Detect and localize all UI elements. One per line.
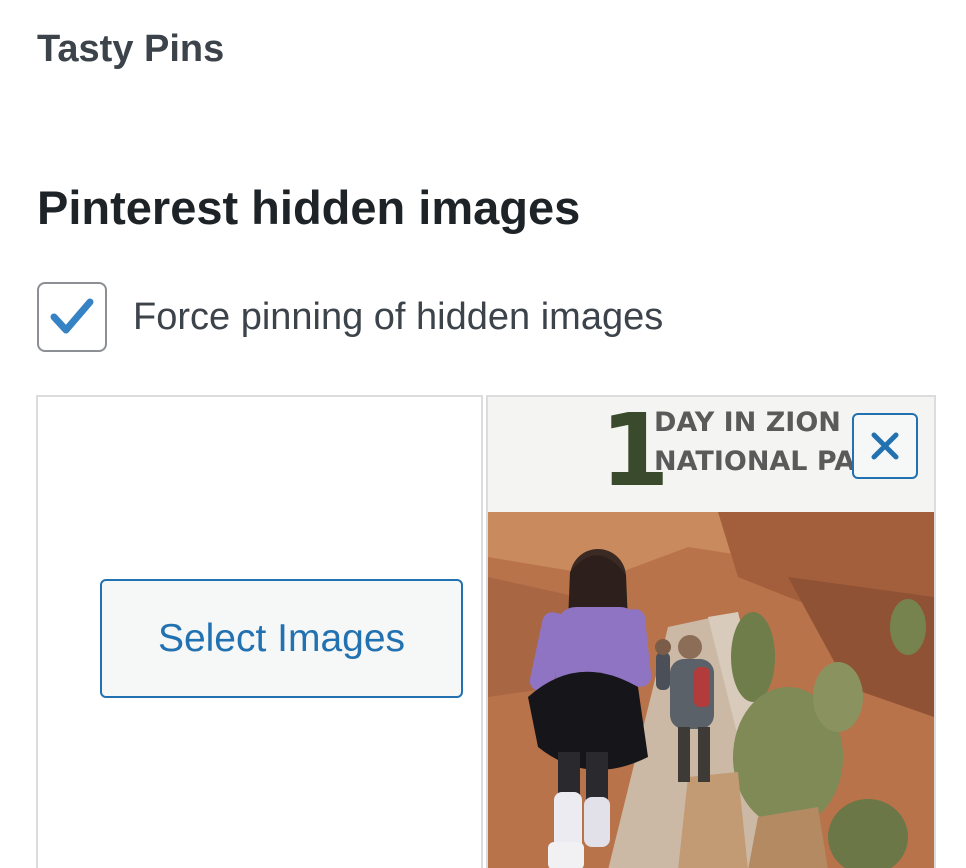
image-overlay-line1: DAY IN ZION xyxy=(654,407,841,438)
select-images-button[interactable]: Select Images xyxy=(100,579,463,698)
force-pinning-checkbox[interactable] xyxy=(37,282,107,352)
force-pinning-row: Force pinning of hidden images xyxy=(37,282,663,352)
hidden-images-gallery: Select Images 1 DAY IN ZION NATIONAL PA xyxy=(36,395,936,868)
checkmark-icon xyxy=(50,298,94,334)
force-pinning-label[interactable]: Force pinning of hidden images xyxy=(133,296,663,339)
close-icon xyxy=(871,432,899,460)
section-title: Pinterest hidden images xyxy=(37,181,581,234)
panel-title: Tasty Pins xyxy=(37,28,225,70)
image-overlay-line2: NATIONAL PA xyxy=(654,446,855,477)
remove-image-button[interactable] xyxy=(852,413,918,479)
hidden-image-item: 1 DAY IN ZION NATIONAL PA xyxy=(486,395,936,868)
select-images-cell: Select Images xyxy=(36,395,483,868)
